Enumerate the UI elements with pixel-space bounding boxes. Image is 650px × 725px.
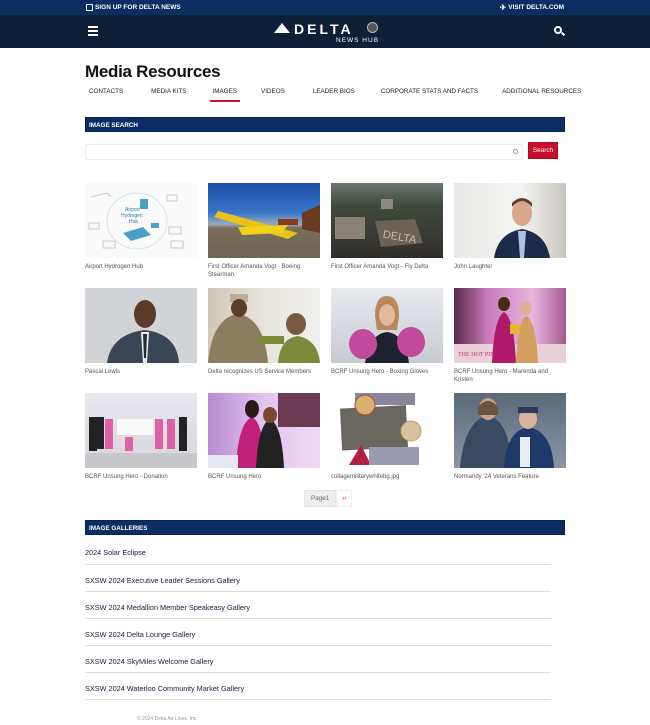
page-title: Media Resources — [85, 62, 221, 81]
image-caption[interactable]: BCRF Unsung Hero — [208, 473, 321, 481]
image-caption[interactable]: Airport Hydrogen Hub — [85, 263, 198, 271]
image-thumbnail[interactable] — [85, 393, 197, 468]
next-page-button[interactable]: ›› — [336, 490, 353, 507]
image-thumbnail[interactable] — [208, 288, 320, 363]
gallery-link[interactable]: SXSW 2024 Medallion Member Speakeasy Gal… — [85, 592, 551, 619]
search-button[interactable]: Search — [528, 142, 558, 159]
image-thumbnail[interactable]: DELTA — [331, 183, 443, 258]
main-header: DELTA NEWS HUB — [0, 15, 650, 48]
image-card[interactable]: DELTA First Officer Amanda Vogt - Fly De… — [331, 183, 444, 288]
tab-corporate-stats[interactable]: CORPORATE STATS AND FACTS — [377, 88, 482, 99]
visit-label: VISIT DELTA.COM — [508, 4, 564, 11]
svg-text:Hub: Hub — [129, 219, 138, 225]
image-thumbnail[interactable] — [331, 393, 443, 468]
gallery-link[interactable]: SXSW 2024 Delta Lounge Gallery — [85, 619, 551, 646]
image-caption[interactable]: First Officer Amanda Vogt - Boeing Stear… — [208, 263, 321, 279]
image-thumbnail[interactable] — [208, 393, 320, 468]
image-caption[interactable]: BCRF Unsung Hero - Boxing Gloves — [331, 368, 444, 376]
image-card[interactable]: Pascal Lewis — [85, 288, 198, 393]
gallery-link[interactable]: SXSW 2024 Executive Leader Sessions Gall… — [85, 565, 551, 592]
image-thumbnail[interactable] — [454, 183, 566, 258]
image-card[interactable]: BCRF Unsung Hero — [208, 393, 321, 498]
tab-leader-bios[interactable]: LEADER BIOS — [309, 88, 359, 99]
logo-word: DELTA — [294, 21, 354, 37]
newsletter-icon — [86, 4, 93, 11]
image-card[interactable]: John Laughter — [454, 183, 567, 288]
visit-delta-link[interactable]: ✈ VISIT DELTA.COM — [499, 3, 564, 12]
image-thumbnail[interactable] — [85, 288, 197, 363]
image-card[interactable]: collagemilitarywhitebg.jpg — [331, 393, 444, 498]
image-caption[interactable]: First Officer Amanda Vogt - Fly Delta — [331, 263, 444, 271]
image-caption[interactable]: Normandy '24 Veterans Feature — [454, 473, 567, 481]
tab-additional-resources[interactable]: ADDITIONAL RESOURCES — [498, 88, 585, 99]
pagination: Page1 ›› — [304, 490, 353, 507]
image-thumbnail[interactable] — [454, 393, 566, 468]
image-card[interactable]: BCRF Unsung Hero - Donation — [85, 393, 198, 498]
image-caption[interactable]: BCRF Unsung Hero - Donation — [85, 473, 198, 481]
gallery-link[interactable]: SXSW 2024 Waterloo Community Market Gall… — [85, 673, 551, 700]
delta-news-hub-logo[interactable]: DELTA NEWS HUB — [274, 20, 384, 46]
image-thumbnail[interactable]: THE HOT PINK — [454, 288, 566, 363]
gallery-link[interactable]: 2024 Solar Eclipse — [85, 537, 551, 565]
gallery-list: 2024 Solar Eclipse SXSW 2024 Executive L… — [85, 537, 551, 700]
current-page: Page1 — [304, 490, 337, 507]
tab-images[interactable]: IMAGES — [209, 88, 242, 102]
image-card[interactable]: Normandy '24 Veterans Feature — [454, 393, 567, 498]
image-galleries-heading: IMAGE GALLERIES — [85, 520, 565, 535]
centennial-badge-icon — [367, 22, 378, 33]
signup-link[interactable]: SIGN UP FOR DELTA NEWS — [86, 4, 181, 11]
tab-media-kits[interactable]: MEDIA KITS — [147, 88, 190, 99]
image-card[interactable]: Delta recognizes US Service Members — [208, 288, 321, 393]
image-grid: Airport Hydrogen Hub Airport Hydrogen Hu… — [85, 183, 567, 498]
image-caption[interactable]: Delta recognizes US Service Members — [208, 368, 321, 376]
image-search-input[interactable] — [86, 149, 522, 164]
logo-subtitle: NEWS HUB — [336, 37, 380, 44]
media-tabs: CONTACTS MEDIA KITS IMAGES VIDEOS LEADER… — [85, 88, 585, 102]
copyright: © 2024 Delta Air Lines, Inc. — [137, 716, 198, 722]
image-search-input-wrap — [85, 144, 523, 164]
search-icon[interactable] — [554, 26, 566, 37]
top-utility-bar: SIGN UP FOR DELTA NEWS ✈ VISIT DELTA.COM — [0, 0, 650, 15]
image-caption[interactable]: BCRF Unsung Hero - Marenda and Kristen — [454, 368, 567, 384]
delta-widget-icon — [274, 23, 290, 33]
image-card[interactable]: BCRF Unsung Hero - Boxing Gloves — [331, 288, 444, 393]
image-caption[interactable]: John Laughter — [454, 263, 567, 271]
tab-videos[interactable]: VIDEOS — [257, 88, 289, 99]
image-card[interactable]: First Officer Amanda Vogt - Boeing Stear… — [208, 183, 321, 288]
tab-contacts[interactable]: CONTACTS — [85, 88, 127, 99]
image-caption[interactable]: collagemilitarywhitebg.jpg — [331, 473, 444, 481]
image-caption[interactable]: Pascal Lewis — [85, 368, 198, 376]
hamburger-icon[interactable] — [88, 26, 98, 36]
image-thumbnail[interactable]: Airport Hydrogen Hub — [85, 183, 197, 258]
image-card[interactable]: Airport Hydrogen Hub Airport Hydrogen Hu… — [85, 183, 198, 288]
gallery-link[interactable]: SXSW 2024 SkyMiles Welcome Gallery — [85, 646, 551, 673]
signup-label: SIGN UP FOR DELTA NEWS — [95, 4, 181, 11]
image-search-heading: IMAGE SEARCH — [85, 117, 565, 132]
clear-input-icon[interactable] — [513, 149, 518, 154]
plane-icon: ✈ — [499, 3, 507, 12]
image-card[interactable]: THE HOT PINK BCRF Unsung Hero - Marenda … — [454, 288, 567, 393]
image-thumbnail[interactable] — [331, 288, 443, 363]
image-thumbnail[interactable] — [208, 183, 320, 258]
